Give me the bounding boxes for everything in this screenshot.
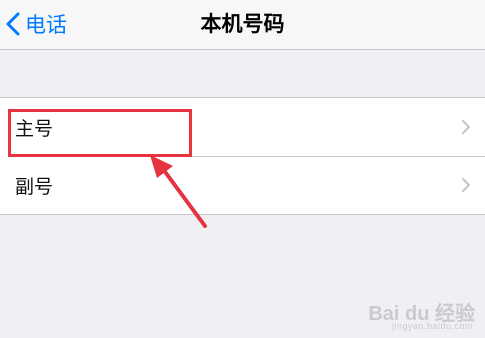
watermark-url: jingyan.baidu.com xyxy=(391,321,473,331)
chevron-right-icon xyxy=(462,178,470,192)
list-item-label: 主号 xyxy=(15,117,54,140)
number-list: 主号 副号 xyxy=(0,97,485,215)
list-item-secondary-number[interactable]: 副号 xyxy=(0,156,485,214)
list-item-primary-number[interactable]: 主号 xyxy=(0,98,485,156)
chevron-right-icon xyxy=(462,120,470,134)
navigation-bar: 电话 本机号码 xyxy=(0,0,485,50)
page-title: 本机号码 xyxy=(200,12,285,36)
watermark: Bai du 经验 jingyan.baidu.com xyxy=(368,297,475,331)
list-item-label: 副号 xyxy=(15,175,54,198)
